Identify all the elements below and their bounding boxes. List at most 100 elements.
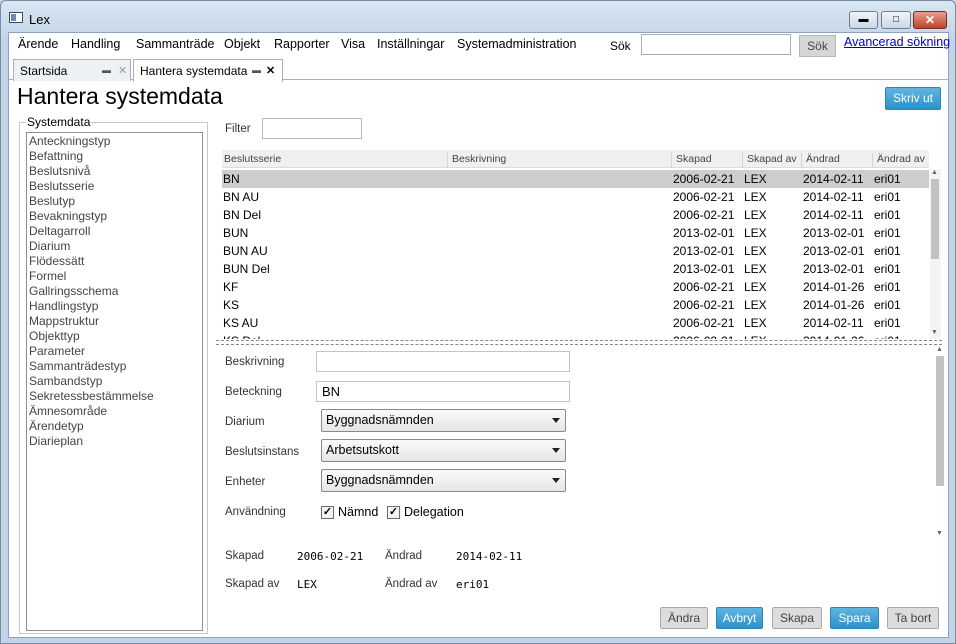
search-button[interactable]: Sök: [799, 35, 836, 57]
andrad-label: Ändrad: [385, 550, 423, 562]
list-item[interactable]: Ämnesområde: [27, 404, 202, 419]
list-item[interactable]: Sammanträdestyp: [27, 359, 202, 374]
list-item[interactable]: Sambandstyp: [27, 374, 202, 389]
column-header-andrad-av[interactable]: Ändrad av: [872, 153, 925, 167]
table-row[interactable]: KS Del 2006-02-21 LEX 2014-01-26 eri01: [222, 332, 929, 339]
scroll-up-icon[interactable]: ▲: [936, 346, 943, 353]
list-item[interactable]: Mappstruktur: [27, 314, 202, 329]
search-input[interactable]: [641, 34, 791, 55]
table-row[interactable]: BN AU 2006-02-21 LEX 2014-02-11 eri01: [222, 188, 929, 206]
scroll-down-icon[interactable]: ▼: [931, 329, 938, 336]
tab-strip: Startsida ▬ ✕ Hantera systemdata ▬ ✕: [9, 57, 948, 82]
column-header-beslutsserie[interactable]: Beslutsserie: [222, 153, 281, 167]
list-item[interactable]: Beslutsnivå: [27, 164, 202, 179]
print-button[interactable]: Skriv ut: [885, 87, 941, 110]
list-item[interactable]: Formel: [27, 269, 202, 284]
tab-startsida[interactable]: Startsida ▬ ✕: [13, 59, 131, 81]
beslutsserie-table: Beslutsserie Beskrivning Skapad Skapad a…: [222, 150, 929, 339]
table-row[interactable]: BUN AU 2013-02-01 LEX 2013-02-01 eri01: [222, 242, 929, 260]
beslutsserie-cell: BN Del: [223, 208, 262, 222]
list-item[interactable]: Diarieplan: [27, 434, 202, 449]
list-item[interactable]: Diarium: [27, 239, 202, 254]
tab-label: Startsida: [20, 64, 68, 78]
beslutsinstans-select[interactable]: Arbetsutskott: [321, 439, 566, 462]
close-tab-icon[interactable]: ✕: [266, 64, 275, 77]
scrollbar-thumb[interactable]: [931, 179, 939, 259]
table-row[interactable]: BN 2006-02-21 LEX 2014-02-11 eri01: [222, 170, 929, 188]
pin-icon[interactable]: ▬: [102, 65, 111, 75]
table-row[interactable]: BUN Del 2013-02-01 LEX 2013-02-01 eri01: [222, 260, 929, 278]
andrad-cell: 2014-01-26: [803, 298, 865, 312]
delegation-checkbox[interactable]: ✓: [387, 506, 400, 519]
skapa-button[interactable]: Skapa: [772, 607, 822, 629]
page-title: Hantera systemdata: [17, 83, 223, 109]
menu-item-sammantrade[interactable]: Sammanträde: [136, 37, 215, 51]
client-area: Ärende Handling Sammanträde Objekt Rappo…: [8, 32, 950, 638]
maximize-button[interactable]: □: [881, 11, 911, 29]
list-item[interactable]: Gallringsschema: [27, 284, 202, 299]
beskrivning-field[interactable]: [316, 351, 570, 372]
table-row[interactable]: KS AU 2006-02-21 LEX 2014-02-11 eri01: [222, 314, 929, 332]
filter-label: Filter: [225, 123, 251, 135]
menu-item-installningar[interactable]: Inställningar: [377, 37, 444, 51]
menu-item-systemadministration[interactable]: Systemadministration: [457, 37, 577, 51]
pin-icon[interactable]: ▬: [252, 65, 261, 75]
list-item[interactable]: Objekttyp: [27, 329, 202, 344]
ta-bort-button[interactable]: Ta bort: [887, 607, 939, 629]
menu-item-visa[interactable]: Visa: [341, 37, 365, 51]
close-window-button[interactable]: ✕: [913, 11, 947, 29]
table-scrollbar[interactable]: ▲ ▼: [930, 169, 941, 339]
diarium-select[interactable]: Byggnadsnämnden: [321, 409, 566, 432]
enheter-selected-value: Byggnadsnämnden: [326, 473, 434, 487]
scroll-up-icon[interactable]: ▲: [931, 169, 938, 176]
list-item[interactable]: Befattning: [27, 149, 202, 164]
list-item[interactable]: Parameter: [27, 344, 202, 359]
andrad-av-cell: eri01: [874, 280, 901, 294]
advanced-search-link[interactable]: Avancerad sökning: [844, 35, 950, 49]
menu-item-handling[interactable]: Handling: [71, 37, 120, 51]
close-tab-icon[interactable]: ✕: [118, 64, 127, 77]
list-item[interactable]: Bevakningstyp: [27, 209, 202, 224]
beslutsserie-cell: KS: [223, 298, 240, 312]
enheter-select[interactable]: Byggnadsnämnden: [321, 469, 566, 492]
list-item[interactable]: Beslutyp: [27, 194, 202, 209]
tab-hantera-systemdata[interactable]: Hantera systemdata ▬ ✕: [133, 59, 283, 82]
avbryt-button[interactable]: Avbryt: [716, 607, 763, 629]
beslutsserie-cell: BN AU: [223, 190, 260, 204]
column-header-beskrivning[interactable]: Beskrivning: [447, 153, 506, 167]
beteckning-field[interactable]: [316, 381, 570, 402]
minimize-button[interactable]: ▬: [849, 11, 878, 29]
table-row[interactable]: BUN 2013-02-01 LEX 2013-02-01 eri01: [222, 224, 929, 242]
andrad-av-cell: eri01: [874, 334, 901, 339]
list-item[interactable]: Beslutsserie: [27, 179, 202, 194]
scroll-down-icon[interactable]: ▼: [936, 530, 943, 537]
list-item[interactable]: Ärendetyp: [27, 419, 202, 434]
andrad-cell: 2014-01-26: [803, 280, 865, 294]
skapad-cell: 2006-02-21: [673, 334, 734, 339]
andra-button[interactable]: Ändra: [660, 607, 708, 629]
namnd-checkbox[interactable]: ✓: [321, 506, 334, 519]
spara-button[interactable]: Spara: [830, 607, 879, 629]
list-item[interactable]: Handlingstyp: [27, 299, 202, 314]
scrollbar-thumb[interactable]: [936, 356, 944, 486]
list-item[interactable]: Anteckningstyp: [27, 134, 202, 149]
filter-input[interactable]: [262, 118, 362, 139]
menu-item-rapporter[interactable]: Rapporter: [274, 37, 330, 51]
list-item[interactable]: Sekretessbestämmelse: [27, 389, 202, 404]
andrad-av-label: Ändrad av: [385, 578, 438, 590]
table-row[interactable]: BN Del 2006-02-21 LEX 2014-02-11 eri01: [222, 206, 929, 224]
list-item[interactable]: Flödessätt: [27, 254, 202, 269]
andrad-av-cell: eri01: [874, 226, 901, 240]
column-header-skapad-av[interactable]: Skapad av: [742, 153, 797, 167]
table-row[interactable]: KS 2006-02-21 LEX 2014-01-26 eri01: [222, 296, 929, 314]
column-header-skapad[interactable]: Skapad: [671, 153, 712, 167]
menu-item-arende[interactable]: Ärende: [18, 37, 58, 51]
column-header-andrad[interactable]: Ändrad: [801, 153, 840, 167]
panel-splitter[interactable]: [216, 340, 942, 345]
list-item[interactable]: Deltagarroll: [27, 224, 202, 239]
menu-item-objekt[interactable]: Objekt: [224, 37, 260, 51]
beteckning-label: Beteckning: [225, 386, 282, 398]
search-label: Sök: [610, 39, 631, 53]
form-scrollbar[interactable]: ▲ ▼: [935, 346, 945, 539]
table-row[interactable]: KF 2006-02-21 LEX 2014-01-26 eri01: [222, 278, 929, 296]
